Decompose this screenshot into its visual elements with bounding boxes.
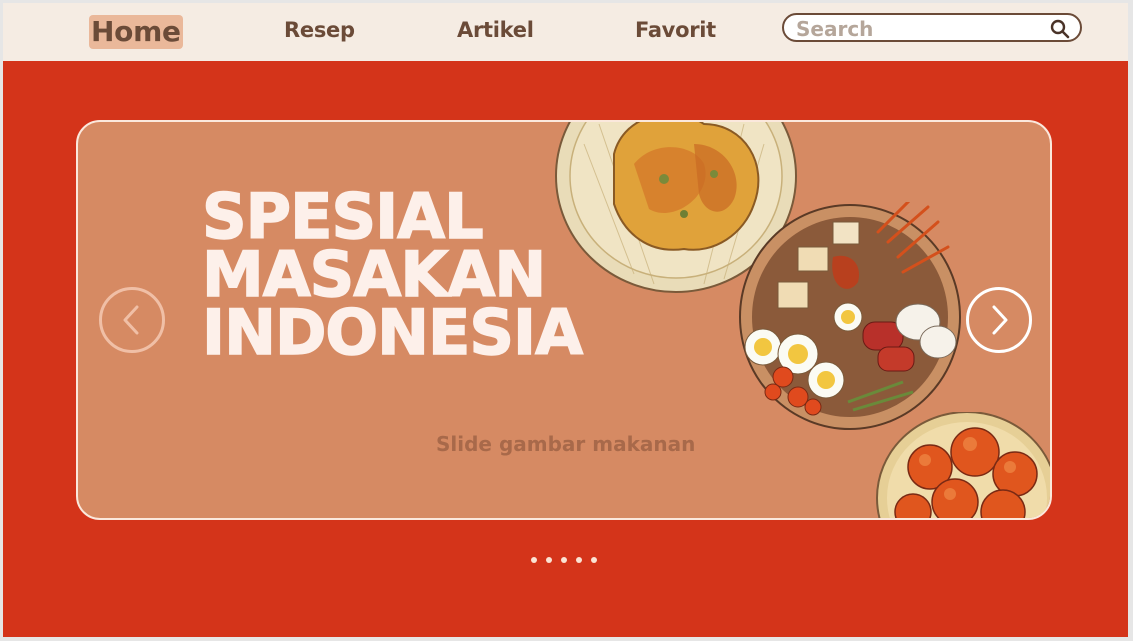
app-frame: Home Resep Artikel Favorit SPESIAL MASAK… <box>3 3 1128 637</box>
slide-prev-button[interactable] <box>99 287 165 353</box>
search-box <box>782 13 1082 42</box>
food-illustration-meatballs <box>876 412 1050 518</box>
slide-caption: Slide gambar makanan <box>436 432 696 456</box>
slide-indicators <box>531 557 601 563</box>
top-navbar: Home Resep Artikel Favorit <box>3 3 1128 61</box>
chevron-left-icon <box>123 305 139 335</box>
chevron-right-icon <box>992 305 1008 335</box>
slide-dot[interactable] <box>531 557 537 563</box>
nav-item-resep[interactable]: Resep <box>284 13 355 47</box>
hero-headline: SPESIAL MASAKAN INDONESIA <box>201 185 584 369</box>
hero-banner: SPESIAL MASAKAN INDONESIA Slide gambar m… <box>76 120 1052 520</box>
slide-dot[interactable] <box>561 557 567 563</box>
nav-item-home[interactable]: Home <box>89 15 183 49</box>
search-input[interactable] <box>794 15 1038 42</box>
slide-dot[interactable] <box>576 557 582 563</box>
slide-dot[interactable] <box>546 557 552 563</box>
slide-next-button[interactable] <box>966 287 1032 353</box>
food-illustration-salad-bowl <box>739 202 961 430</box>
search-icon[interactable] <box>1050 19 1070 39</box>
slide-dot[interactable] <box>591 557 597 563</box>
nav-item-favorit[interactable]: Favorit <box>635 13 716 47</box>
headline-line: INDONESIA <box>201 296 584 369</box>
nav-item-artikel[interactable]: Artikel <box>457 13 534 47</box>
